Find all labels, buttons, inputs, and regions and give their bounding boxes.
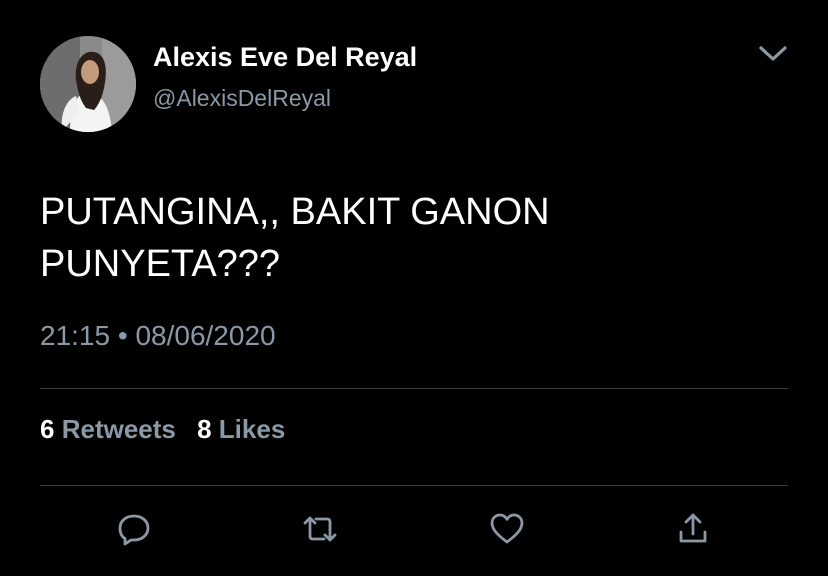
tweet-text-line-1: PUTANGINA,, BAKIT GANON [40, 191, 550, 233]
like-icon[interactable] [488, 510, 526, 548]
retweet-icon[interactable] [301, 510, 339, 548]
author-handle[interactable]: @AlexisDelReyal [153, 85, 331, 112]
avatar[interactable] [40, 36, 136, 132]
retweets-label: Retweets [61, 414, 176, 444]
chevron-down-icon[interactable] [752, 36, 794, 70]
retweets-count: 6 [40, 414, 55, 444]
share-icon[interactable] [674, 510, 712, 548]
tweet-text: PUTANGINA,, BAKIT GANON PUNYETA??? [40, 186, 780, 290]
likes-count: 8 [197, 414, 212, 444]
timestamp-separator: • [117, 320, 128, 351]
divider [40, 388, 788, 389]
tweet-timestamp[interactable]: 21:15 • 08/06/2020 [40, 320, 276, 352]
tweet-date: 08/06/2020 [135, 320, 276, 351]
tweet-stats: 6 Retweets 8 Likes [40, 414, 299, 445]
author-display-name[interactable]: Alexis Eve Del Reyal [153, 42, 417, 73]
likes-label: Likes [218, 414, 286, 444]
divider [40, 485, 788, 486]
likes-stat[interactable]: 8 Likes [197, 414, 285, 445]
profile-photo-icon [40, 36, 136, 132]
reply-icon[interactable] [115, 510, 153, 548]
tweet-text-line-2: PUNYETA??? [40, 243, 281, 285]
tweet-time: 21:15 [40, 320, 111, 351]
retweets-stat[interactable]: 6 Retweets [40, 414, 176, 445]
